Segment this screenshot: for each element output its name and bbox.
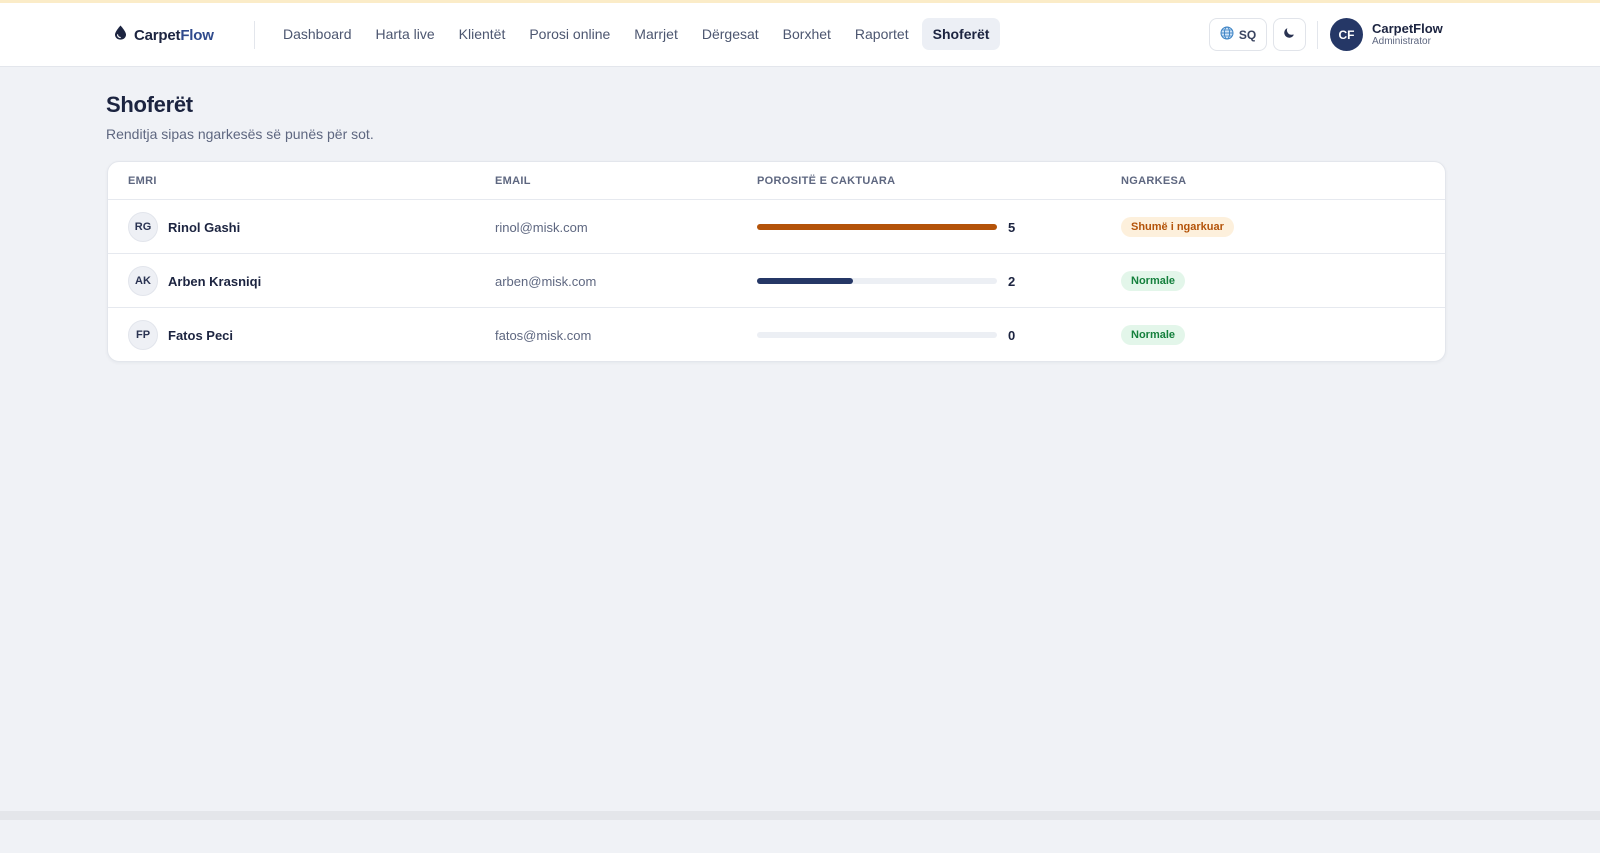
orders-count: 0 xyxy=(1008,327,1016,343)
column-header-email: EMAIL xyxy=(495,175,531,187)
driver-name: Fatos Peci xyxy=(168,327,234,343)
bottom-scroll-bar xyxy=(0,811,1600,820)
column-header-name: EMRI xyxy=(128,175,157,187)
avatar: RG xyxy=(128,212,158,242)
driver-email: fatos@misk.com xyxy=(495,327,592,343)
nav-item-porosi-online[interactable]: Porosi online xyxy=(518,18,621,50)
status-badge: Normale xyxy=(1121,325,1186,345)
status-badge: Normale xyxy=(1121,271,1186,291)
theme-toggle-button[interactable] xyxy=(1273,18,1306,51)
table-row[interactable]: RG Rinol Gashi rinol@misk.com 5 Shumë i … xyxy=(108,200,1445,254)
orders-progress-bar xyxy=(757,224,997,230)
table-row[interactable]: AK Arben Krasniqi arben@misk.com 2 Norma… xyxy=(108,254,1445,308)
table-row[interactable]: FP Fatos Peci fatos@misk.com 0 Normale xyxy=(108,308,1445,361)
column-header-orders: POROSITË E CAKTUARA xyxy=(757,175,896,187)
orders-progress-fill xyxy=(757,224,997,230)
driver-name: Arben Krasniqi xyxy=(168,273,262,289)
driver-email: rinol@misk.com xyxy=(495,219,588,235)
avatar: AK xyxy=(128,266,158,296)
user-avatar: CF xyxy=(1330,18,1363,51)
language-label: SQ xyxy=(1238,27,1257,42)
driver-email: arben@misk.com xyxy=(495,273,597,289)
user-menu[interactable]: CF CarpetFlow Administrator xyxy=(1330,18,1443,51)
top-header: CarpetFlow Dashboard Harta live Klientët… xyxy=(0,3,1600,67)
globe-icon xyxy=(1220,26,1234,43)
header-divider xyxy=(1317,21,1318,49)
drivers-table: EMRI EMAIL POROSITË E CAKTUARA NGARKESA … xyxy=(107,161,1446,362)
orders-progress-bar xyxy=(757,332,997,338)
nav-item-klientet[interactable]: Klientët xyxy=(448,18,517,50)
main-nav: Dashboard Harta live Klientët Porosi onl… xyxy=(272,18,1001,50)
table-header: EMRI EMAIL POROSITË E CAKTUARA NGARKESA xyxy=(108,162,1445,200)
header-divider xyxy=(254,21,255,49)
nav-item-dashboard[interactable]: Dashboard xyxy=(272,18,363,50)
page-subtitle: Renditja sipas ngarkesës së punës për so… xyxy=(106,126,374,142)
page-title: Shoferët xyxy=(106,92,193,117)
orders-count: 5 xyxy=(1008,219,1016,235)
drop-icon xyxy=(114,25,127,45)
brand-logo[interactable]: CarpetFlow xyxy=(114,3,214,67)
nav-item-borxhet[interactable]: Borxhet xyxy=(772,18,842,50)
nav-item-raportet[interactable]: Raportet xyxy=(844,18,920,50)
brand-name: CarpetFlow xyxy=(134,26,214,44)
user-name: CarpetFlow xyxy=(1372,20,1443,36)
nav-item-marrjet[interactable]: Marrjet xyxy=(623,18,689,50)
driver-name: Rinol Gashi xyxy=(168,219,241,235)
status-badge: Shumë i ngarkuar xyxy=(1121,217,1234,237)
column-header-load: NGARKESA xyxy=(1121,175,1187,187)
orders-progress-bar xyxy=(757,278,997,284)
orders-count: 2 xyxy=(1008,273,1016,289)
moon-icon xyxy=(1283,26,1296,44)
user-role: Administrator xyxy=(1372,36,1431,48)
nav-item-shoferet[interactable]: Shoferët xyxy=(921,18,1001,50)
language-button[interactable]: SQ xyxy=(1209,18,1267,51)
nav-item-harta-live[interactable]: Harta live xyxy=(365,18,446,50)
orders-progress-fill xyxy=(757,278,853,284)
nav-item-dergesat[interactable]: Dërgesat xyxy=(691,18,770,50)
avatar: FP xyxy=(128,320,158,350)
